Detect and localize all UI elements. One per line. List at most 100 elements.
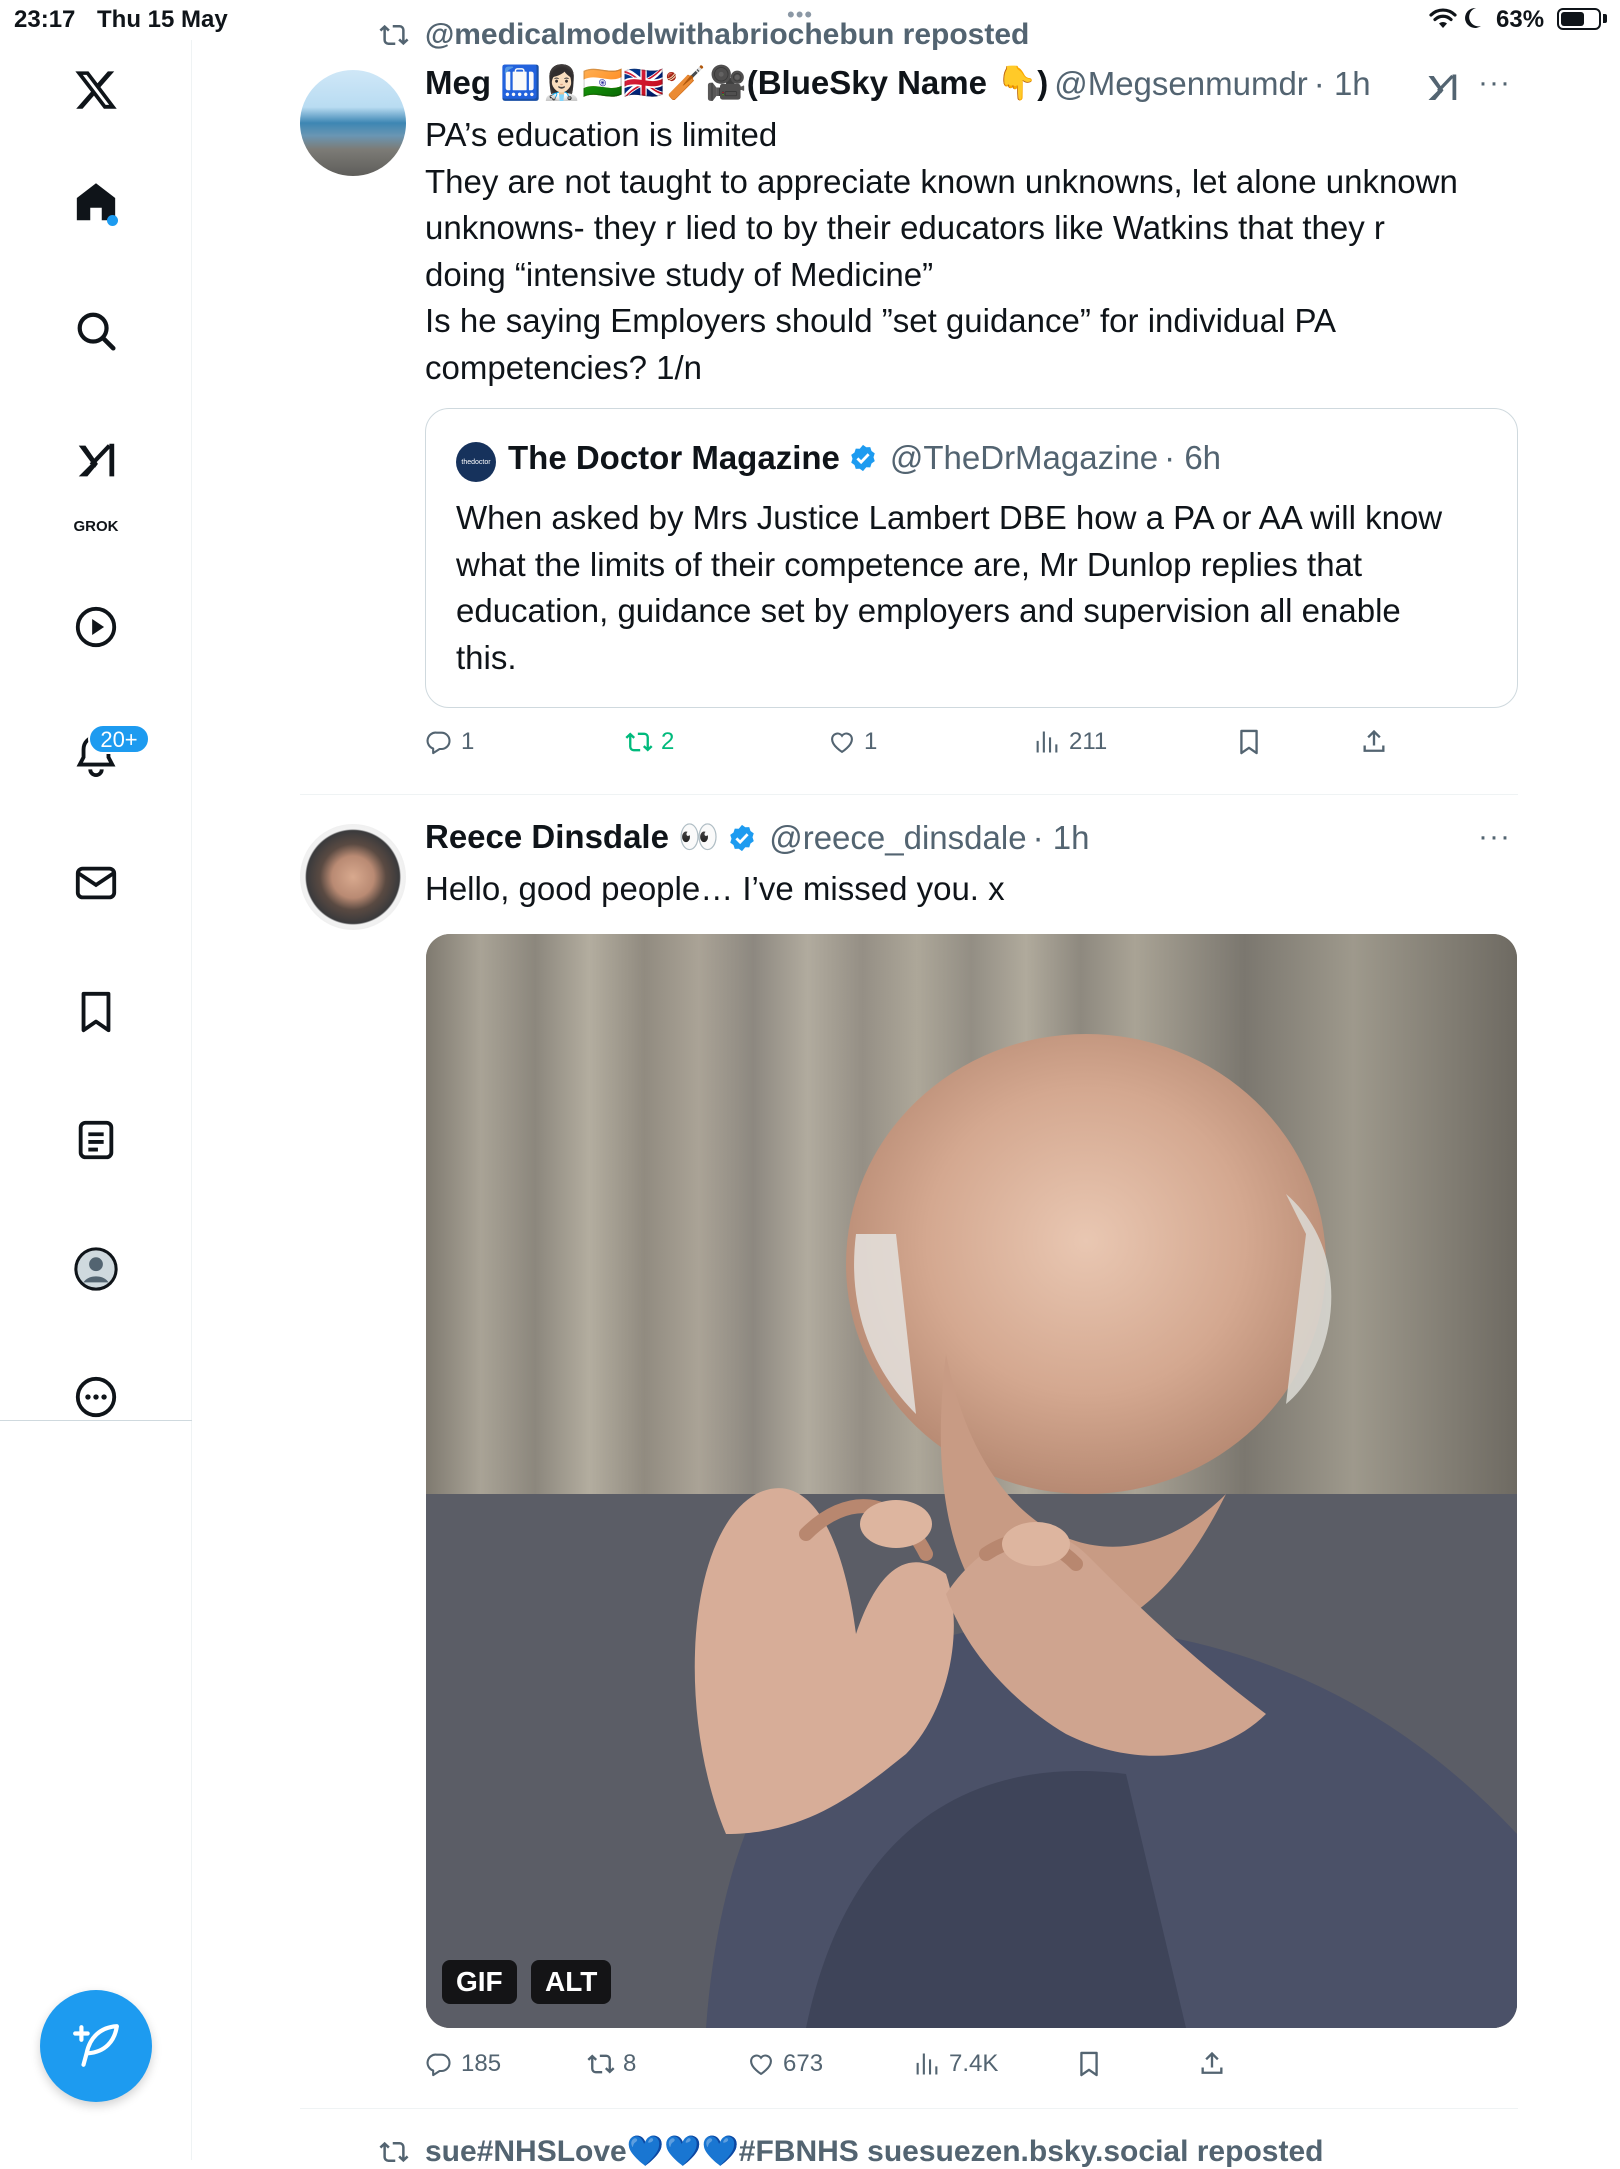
bookmark-icon — [1080, 2051, 1098, 2077]
search-icon — [77, 312, 116, 351]
views-count: 211 — [1069, 728, 1108, 755]
sidebar-item-grok[interactable] — [56, 421, 136, 501]
repost-icon — [379, 2141, 409, 2162]
reply-button[interactable]: 185 — [425, 2044, 501, 2084]
post-header: Reece Dinsdale 👀 @reece_dinsdale · 1h — [425, 818, 1089, 857]
like-button[interactable]: 673 — [747, 2044, 823, 2084]
post-media-gif[interactable] — [426, 934, 1517, 2028]
post-actions: 185 8 673 7.4K — [425, 2044, 1518, 2084]
focus-moon-icon — [1463, 6, 1483, 37]
avatar[interactable] — [300, 70, 406, 176]
more-circle-icon — [75, 1376, 117, 1418]
sidebar-item-more[interactable] — [56, 1357, 136, 1437]
quote-text-line: education, guidance set by employers and… — [456, 592, 1401, 629]
repost-icon — [625, 732, 653, 752]
home-notification-dot — [107, 215, 118, 226]
post-time[interactable]: · 1h — [1314, 65, 1371, 103]
share-icon — [1201, 2051, 1223, 2074]
author-name[interactable]: Reece Dinsdale 👀 — [425, 818, 719, 857]
like-count: 1 — [864, 728, 878, 755]
compose-button[interactable] — [40, 1990, 152, 2102]
quote-text-line: what the limits of their competence are,… — [456, 545, 1363, 583]
author-handle[interactable]: @reece_dinsdale — [769, 819, 1026, 857]
x-logo-icon[interactable] — [56, 50, 136, 130]
quote-header: The Doctor Magazine @TheDrMagazine · 6h — [508, 439, 1221, 477]
more-options-icon[interactable]: ··· — [1478, 820, 1511, 854]
author-handle[interactable]: @Megsenmumdr — [1054, 65, 1308, 103]
sidebar-item-bookmarks[interactable] — [56, 972, 136, 1052]
battery-tip — [1603, 14, 1607, 23]
post-actions: 1 2 1 211 — [425, 722, 1518, 762]
quote-text-line: this. — [456, 638, 517, 676]
reply-icon — [426, 2053, 451, 2077]
views-chart-icon — [1036, 731, 1058, 753]
status-time: 23:17 — [14, 6, 76, 33]
quote-handle: @TheDrMagazine — [889, 439, 1159, 476]
sidebar-item-messages[interactable] — [56, 843, 136, 923]
views-count: 7.4K — [949, 2050, 999, 2077]
status-date: Thu 15 May — [97, 6, 228, 33]
quoted-post[interactable]: thedoctor The Doctor Magazine @TheDrMaga… — [425, 408, 1518, 708]
quote-text-line: When asked by Mrs Justice Lambert DBE ho… — [456, 499, 1443, 536]
bookmark-button[interactable] — [1235, 722, 1263, 762]
post-text: Hello, good people… I’ve missed you. x — [425, 866, 1005, 913]
reply-button[interactable]: 1 — [425, 722, 474, 762]
post-text-line: PA’s education is limited — [425, 116, 778, 153]
gif-image — [426, 934, 1517, 2028]
wifi-icon — [1428, 7, 1458, 38]
avatar[interactable] — [300, 824, 406, 930]
post-text-line: competencies? 1/n — [425, 348, 703, 386]
sidebar: GROK 20+ — [0, 40, 192, 2160]
share-button[interactable] — [1198, 2044, 1226, 2084]
repost-icon — [379, 24, 409, 46]
compose-feather-icon — [73, 2024, 119, 2067]
bookmark-icon — [81, 991, 111, 1033]
repost-count: 2 — [661, 728, 675, 755]
verified-badge-icon — [851, 444, 875, 472]
grok-post-icon[interactable] — [1424, 70, 1460, 111]
like-button[interactable]: 1 — [828, 722, 877, 762]
repost-context-text: sue#NHSLove💙💙💙#FBNHS suesuezen.bsky.soci… — [425, 2135, 1324, 2168]
post-divider — [300, 2108, 1518, 2109]
post-text-line: Hello, good people… I’ve missed you. x — [425, 870, 1005, 907]
repost-context-text: @medicalmodelwithabriochebun reposted — [425, 18, 1030, 51]
post-text-line: doing “intensive study of Medicine” — [425, 255, 934, 293]
repost-button[interactable]: 8 — [587, 2044, 636, 2084]
quote-time: · 6h — [1164, 439, 1222, 476]
grok-icon — [78, 443, 115, 477]
sidebar-item-home[interactable] — [56, 163, 136, 243]
alt-badge[interactable]: ALT — [531, 1960, 612, 2004]
mail-icon — [75, 866, 117, 900]
gif-badge: GIF — [442, 1960, 517, 2004]
repost-context[interactable]: @medicalmodelwithabriochebun reposted — [377, 18, 1029, 52]
post-text-line: unknowns- they r lied to by their educat… — [425, 209, 1385, 246]
sidebar-item-videos[interactable] — [56, 587, 136, 667]
repost-context[interactable]: sue#NHSLove💙💙💙#FBNHS suesuezen.bsky.soci… — [377, 2134, 1323, 2169]
more-options-icon[interactable]: ··· — [1478, 66, 1511, 100]
share-button[interactable] — [1360, 722, 1388, 762]
views-button[interactable]: 7.4K — [913, 2044, 998, 2084]
bookmark-button[interactable] — [1075, 2044, 1103, 2084]
bookmark-icon — [1240, 729, 1258, 755]
author-name[interactable]: Meg 🛄👩🏻‍⚕️🇮🇳🇬🇧🏏🎥(BlueSky Name 👇) — [425, 64, 1048, 103]
article-icon — [78, 1120, 114, 1160]
reply-count: 185 — [461, 2050, 502, 2077]
heart-icon — [831, 732, 853, 754]
post-text-line: They are not taught to appreciate known … — [425, 162, 1458, 200]
verified-badge-icon — [730, 824, 754, 851]
play-icon — [75, 606, 117, 648]
repost-icon — [587, 2054, 615, 2074]
post-time[interactable]: · 1h — [1033, 819, 1090, 857]
sidebar-item-explore[interactable] — [56, 291, 136, 371]
quote-avatar: thedoctor — [456, 442, 496, 482]
sidebar-item-profile[interactable] — [56, 1229, 136, 1309]
profile-icon — [74, 1247, 118, 1291]
sidebar-item-articles[interactable] — [56, 1100, 136, 1180]
repost-button[interactable]: 2 — [625, 722, 674, 762]
sidebar-divider — [0, 1420, 192, 1421]
views-button[interactable]: 211 — [1033, 722, 1107, 762]
post-header: Meg 🛄👩🏻‍⚕️🇮🇳🇬🇧🏏🎥(BlueSky Name 👇) @Megsen… — [425, 64, 1371, 103]
post-divider — [300, 794, 1518, 795]
post-text-line: Is he saying Employers should ”set guida… — [425, 302, 1337, 339]
battery-icon — [1557, 8, 1601, 30]
